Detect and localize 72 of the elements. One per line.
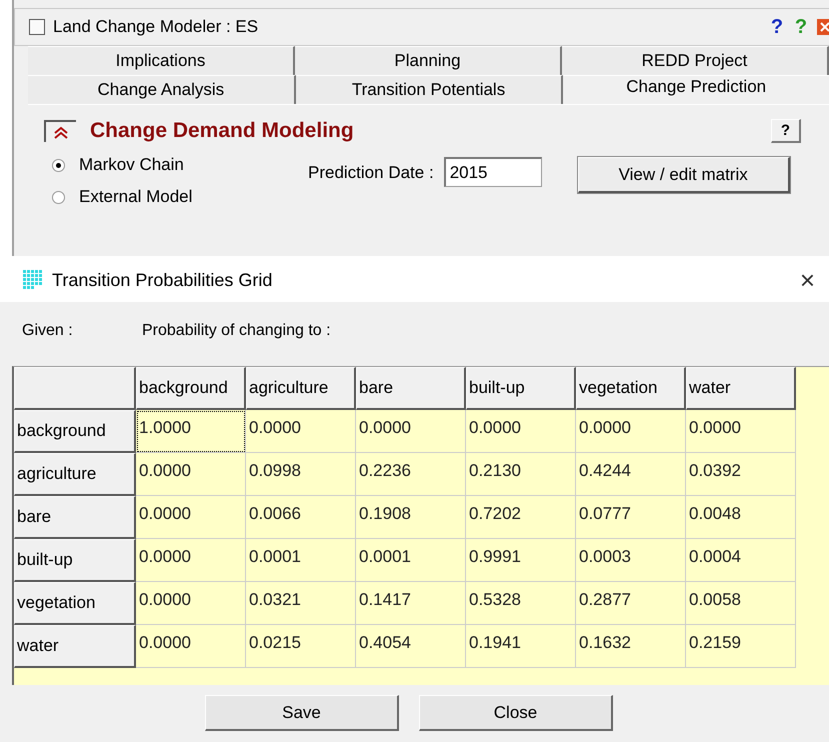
table-cell[interactable]: 0.0000 (136, 539, 246, 582)
column-header: agriculture (246, 367, 356, 410)
section-title: Change Demand Modeling (90, 119, 355, 143)
view-edit-matrix-button[interactable]: View / edit matrix (578, 157, 790, 193)
table-cell[interactable]: 0.0000 (136, 625, 246, 668)
row-header: agriculture (14, 453, 136, 496)
help-button[interactable]: ? (770, 119, 801, 143)
chevron-icon (53, 125, 69, 139)
dialog-title: Transition Probabilities Grid (52, 270, 274, 290)
table-cell[interactable]: 0.0001 (246, 539, 356, 582)
row-header: water (14, 625, 136, 668)
table-cell[interactable]: 0.2159 (686, 625, 796, 668)
date-input-field[interactable]: 2015 (444, 157, 542, 187)
table-cell[interactable]: 0.0000 (356, 410, 466, 453)
table-cell[interactable]: 0.0000 (246, 410, 356, 453)
table-cell[interactable]: 0.0321 (246, 582, 356, 625)
table-cell[interactable]: 0.0048 (686, 496, 796, 539)
table-cell[interactable]: 0.0000 (686, 410, 796, 453)
table-cell[interactable]: 0.0000 (136, 453, 246, 496)
table-cell[interactable]: 0.1417 (356, 582, 466, 625)
field-label: Prediction Date : (308, 162, 434, 183)
table-cell[interactable]: 0.2877 (576, 582, 686, 625)
table-cell[interactable]: 0.0066 (246, 496, 356, 539)
table-cell[interactable]: 0.0000 (466, 410, 576, 453)
dialog-button[interactable]: Save (205, 695, 399, 731)
table-cell[interactable]: 0.4244 (576, 453, 686, 496)
table-cell[interactable]: 0.0001 (356, 539, 466, 582)
row-header: background (14, 410, 136, 453)
column-header: built-up (466, 367, 576, 410)
table-cell[interactable]: 0.0058 (686, 582, 796, 625)
table-cell[interactable]: 0.4054 (356, 625, 466, 668)
column-header: vegetation (576, 367, 686, 410)
dialog-button[interactable]: Close (419, 695, 613, 731)
table-cell[interactable]: 0.9991 (466, 539, 576, 582)
tab[interactable]: Change Analysis (28, 75, 296, 104)
table-cell[interactable]: 0.5328 (466, 582, 576, 625)
table-cell[interactable]: 0.0777 (576, 496, 686, 539)
radio-button[interactable] (52, 158, 65, 172)
row-header: built-up (14, 539, 136, 582)
table-cell[interactable]: 0.0392 (686, 453, 796, 496)
given-label: Given : (22, 322, 74, 341)
table-cell[interactable]: 0.0000 (136, 582, 246, 625)
close-button[interactable]: × (796, 264, 819, 296)
table-cell[interactable]: 0.0004 (686, 539, 796, 582)
column-group-label: Probability of changing to : (142, 322, 331, 341)
table-cell[interactable]: 0.2130 (466, 453, 576, 496)
tab[interactable]: REDD Project (562, 46, 829, 75)
table-cell[interactable]: 0.0000 (136, 496, 246, 539)
grid-icon (22, 270, 44, 290)
row-header: bare (14, 496, 136, 539)
table-cell[interactable]: 0.0003 (576, 539, 686, 582)
table-cell[interactable]: 0.0000 (576, 410, 686, 453)
column-header: water (686, 367, 796, 410)
table-cell[interactable]: 0.1941 (466, 625, 576, 668)
table-cell[interactable]: 0.0215 (246, 625, 356, 668)
tab[interactable]: Implications (28, 46, 295, 75)
radio-button[interactable] (52, 190, 65, 204)
column-header: bare (356, 367, 466, 410)
table-cell[interactable]: 0.2236 (356, 453, 466, 496)
table-cell[interactable]: 0.1908 (356, 496, 466, 539)
help-icon[interactable]: ? (767, 16, 787, 38)
table-cell[interactable]: 0.0998 (246, 453, 356, 496)
radio-option[interactable]: External Model (52, 187, 308, 207)
tab[interactable]: Planning (295, 46, 562, 75)
panel-title: Land Change Modeler : ES (53, 17, 260, 37)
tab[interactable]: Transition Potentials (296, 75, 564, 104)
radio-option[interactable]: Markov Chain (52, 155, 308, 175)
table-cell[interactable]: 1.0000 (136, 410, 246, 453)
table-cell[interactable]: 0.7202 (466, 496, 576, 539)
table-cell[interactable]: 0.1632 (576, 625, 686, 668)
column-header: background (136, 367, 246, 410)
row-header: vegetation (14, 582, 136, 625)
